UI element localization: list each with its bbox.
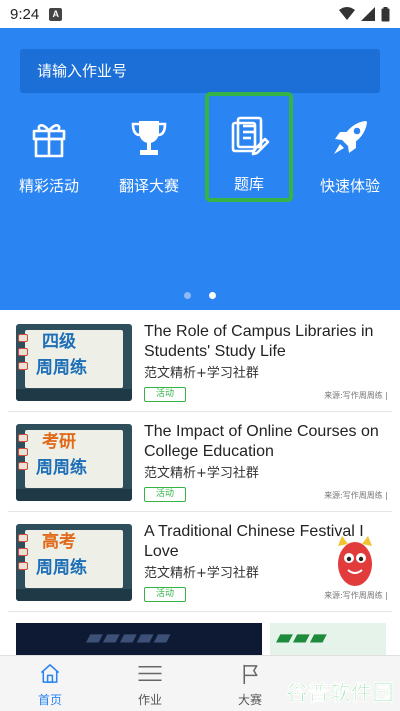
battery-icon (381, 6, 390, 21)
thumbnail-tab-icon (18, 562, 28, 570)
thumbnail-subtitle: 周周练 (36, 358, 87, 378)
bottom-tab-bar: 首页 作业 大赛 谷普软件园 (0, 655, 400, 711)
article-subtitle: 范文精析+学习社群 (144, 466, 259, 481)
article-thumbnail: 四级 周周练 (16, 324, 132, 401)
article-card[interactable]: 四级 周周练 The Role of Campus Libraries in S… (8, 312, 392, 412)
tab-label: 作业 (137, 693, 162, 707)
hero-banner: 请输入作业号 精彩活动 翻译大赛 题库 快速体验 (0, 28, 400, 310)
article-thumbnail: 考研 周周练 (16, 424, 132, 501)
article-tag: 活动 (144, 587, 186, 602)
carousel-indicator (0, 292, 400, 299)
watermark-text: 谷普软件园 (286, 681, 394, 706)
feature-question-bank[interactable]: 题库 (205, 92, 293, 202)
tab-label: 大赛 (237, 693, 262, 707)
homework-search-input[interactable]: 请输入作业号 (20, 49, 380, 93)
feature-activities[interactable]: 精彩活动 (6, 114, 92, 202)
tab-homework[interactable]: 作业 (120, 662, 180, 708)
feature-label: 精彩活动 (18, 177, 79, 195)
thumbnail-title: 高考 (42, 532, 76, 552)
thumbnail-tab-icon (18, 548, 28, 556)
article-subtitle: 范文精析+学习社群 (144, 366, 259, 381)
status-bar: 9:24 A (0, 0, 400, 28)
thumbnail-tab-icon (18, 434, 28, 442)
feature-label: 快速体验 (319, 177, 380, 195)
article-source: 来源:写作周周练 | (324, 491, 388, 500)
thumbnail-base (16, 489, 132, 501)
gift-icon (32, 124, 66, 158)
trophy-icon (131, 121, 167, 155)
thumbnail-subtitle: 周周练 (36, 558, 87, 578)
question-bank-icon (231, 116, 270, 156)
feature-label: 题库 (233, 175, 264, 193)
promo-banner[interactable]: ▰▰▰ (270, 623, 386, 655)
article-title[interactable]: The Impact of Online Courses on College … (144, 422, 394, 462)
feature-translation-contest[interactable]: 翻译大赛 (106, 114, 192, 202)
article-title[interactable]: The Role of Campus Libraries in Students… (144, 322, 394, 362)
article-list: 四级 周周练 The Role of Campus Libraries in S… (0, 312, 400, 612)
signal-icon (361, 7, 375, 21)
article-thumbnail: 高考 周周练 (16, 524, 132, 601)
feature-quick-experience[interactable]: 快速体验 (307, 114, 393, 202)
thumbnail-base (16, 389, 132, 401)
mascot-icon (338, 536, 372, 586)
thumbnail-tab-icon (18, 462, 28, 470)
article-card[interactable]: 高考 周周练 A Traditional Chinese Festival I … (8, 512, 392, 612)
promo-banner-art: ▰▰▰ (276, 625, 327, 650)
tab-contest[interactable]: 大赛 (220, 662, 280, 708)
thumbnail-base (16, 589, 132, 601)
rocket-icon (334, 121, 367, 154)
feature-label: 翻译大赛 (118, 177, 179, 195)
tab-home[interactable]: 首页 (20, 662, 80, 708)
thumbnail-tab-icon (18, 362, 28, 370)
menu-icon (138, 666, 162, 681)
article-tag: 活动 (144, 387, 186, 402)
thumbnail-tab-icon (18, 448, 28, 456)
carousel-dot[interactable] (184, 292, 191, 299)
article-card[interactable]: 考研 周周练 The Impact of Online Courses on C… (8, 412, 392, 512)
status-time: 9:24 (10, 5, 40, 23)
article-subtitle: 范文精析+学习社群 (144, 566, 259, 581)
tab-label: 首页 (37, 693, 62, 707)
carousel-dot-active[interactable] (209, 292, 216, 299)
thumbnail-subtitle: 周周练 (36, 458, 87, 478)
thumbnail-tab-icon (18, 334, 28, 342)
thumbnail-title: 考研 (42, 432, 76, 452)
home-icon (40, 664, 60, 683)
thumbnail-tab-icon (18, 348, 28, 356)
notification-badge-icon: A (49, 7, 63, 21)
thumbnail-tab-icon (18, 534, 28, 542)
article-tag: 活动 (144, 487, 186, 502)
article-source: 来源:写作周周练 | (324, 391, 388, 400)
promo-banner[interactable]: ▰▰▰▰▰ (16, 623, 262, 655)
wifi-icon (339, 7, 355, 20)
thumbnail-title: 四级 (42, 332, 76, 352)
watermark: 谷普软件园 (274, 679, 394, 706)
flag-icon (243, 664, 258, 685)
promo-banner-art: ▰▰▰▰▰ (86, 625, 171, 650)
